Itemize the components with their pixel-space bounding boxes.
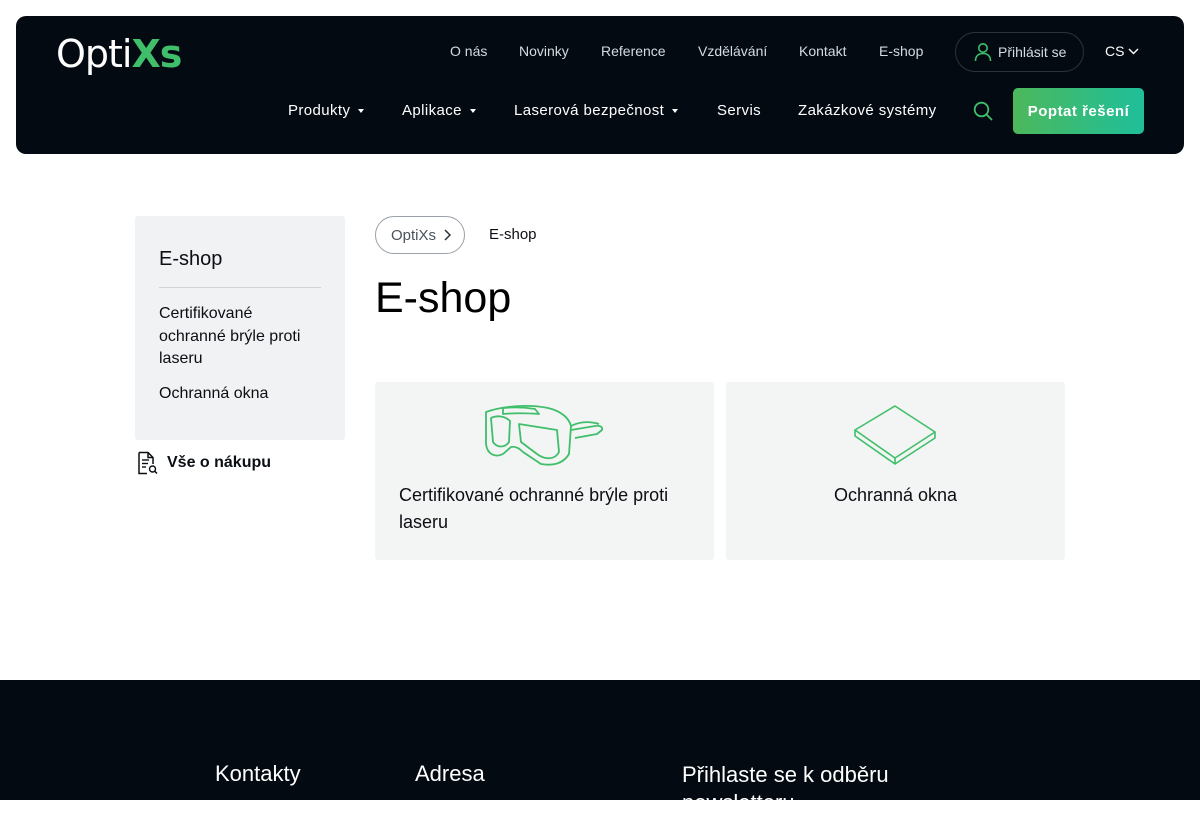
footer-address-heading: Adresa (415, 761, 485, 786)
chevron-down-icon (1128, 48, 1139, 54)
shopping-info-link[interactable]: Vše o nákupu (136, 451, 271, 475)
language-label: CS (1105, 43, 1125, 59)
chevron-right-icon (444, 229, 452, 241)
main-nav-laserova-bezpecnost-label: Laserová bezpečnost (514, 102, 665, 119)
logo-accent: Xs (131, 32, 183, 76)
main-nav-produkty[interactable]: Produkty (288, 102, 365, 119)
site-footer: Kontakty Adresa Přihlaste se k odběru ne… (0, 680, 1200, 815)
sidebar-item-protective-windows[interactable]: Ochranná okna (159, 385, 268, 403)
top-nav-vzdelavani[interactable]: Vzdělávání (698, 43, 767, 59)
breadcrumb-home-label: OptiXs (391, 226, 437, 244)
top-nav-eshop[interactable]: E-shop (879, 43, 923, 59)
caret-down-icon (358, 108, 365, 113)
main-nav-aplikace-label: Aplikace (402, 102, 462, 119)
laser-goggles-icon (485, 405, 604, 466)
main-nav-zakazkove-systemy-label: Zakázkové systémy (798, 102, 937, 119)
breadcrumb-home[interactable]: OptiXs (375, 216, 465, 254)
main-nav-servis[interactable]: Servis (717, 102, 761, 119)
request-solution-button[interactable]: Poptat řešení (1013, 88, 1144, 134)
protective-window-icon (854, 405, 936, 465)
category-card-protective-windows-label: Ochranná okna (833, 485, 958, 505)
breadcrumb-current: E-shop (489, 226, 537, 243)
user-icon (974, 43, 992, 62)
login-label: Přihlásit se (998, 44, 1067, 60)
main-nav-zakazkove-systemy[interactable]: Zakázkové systémy (798, 102, 937, 119)
main-nav-laserova-bezpecnost[interactable]: Laserová bezpečnost (514, 102, 679, 119)
logo-prefix: Opti (56, 32, 132, 76)
site-header: OptiXs O nás Novinky Reference Vzděláván… (16, 16, 1184, 154)
main-nav-produkty-label: Produkty (288, 102, 351, 119)
login-button[interactable]: Přihlásit se (955, 32, 1084, 72)
sidebar-item-laser-goggles[interactable]: Certifikované ochranné brýle proti laser… (159, 303, 321, 371)
caret-down-icon (672, 108, 679, 113)
category-card-protective-windows[interactable]: Ochranná okna (726, 382, 1065, 560)
page-title: E-shop (375, 274, 512, 322)
search-icon[interactable] (973, 101, 993, 121)
main-nav-aplikace[interactable]: Aplikace (402, 102, 476, 119)
main-nav-servis-label: Servis (717, 102, 762, 119)
footer-contacts-heading: Kontakty (215, 761, 301, 786)
caret-down-icon (469, 108, 476, 113)
sidebar-divider (159, 287, 321, 288)
sidebar: E-shop Certifikované ochranné brýle prot… (135, 216, 345, 440)
footer-newsletter-heading: Přihlaste se k odběru newsletteru (682, 762, 889, 815)
top-nav-o-nas[interactable]: O nás (450, 43, 487, 59)
language-selector[interactable]: CS (1105, 43, 1139, 59)
document-search-icon (138, 451, 158, 475)
top-nav-novinky[interactable]: Novinky (519, 43, 569, 59)
category-card-laser-goggles[interactable]: Certifikované ochranné brýle proti laser… (375, 382, 714, 560)
top-nav-kontakt[interactable]: Kontakt (799, 43, 846, 59)
logo[interactable]: OptiXs (56, 32, 183, 76)
sidebar-title: E-shop (159, 248, 223, 270)
shopping-info-label: Vše o nákupu (167, 454, 272, 471)
top-nav-reference[interactable]: Reference (601, 43, 666, 59)
category-card-laser-goggles-label: Certifikované ochranné brýle proti laser… (399, 485, 669, 532)
